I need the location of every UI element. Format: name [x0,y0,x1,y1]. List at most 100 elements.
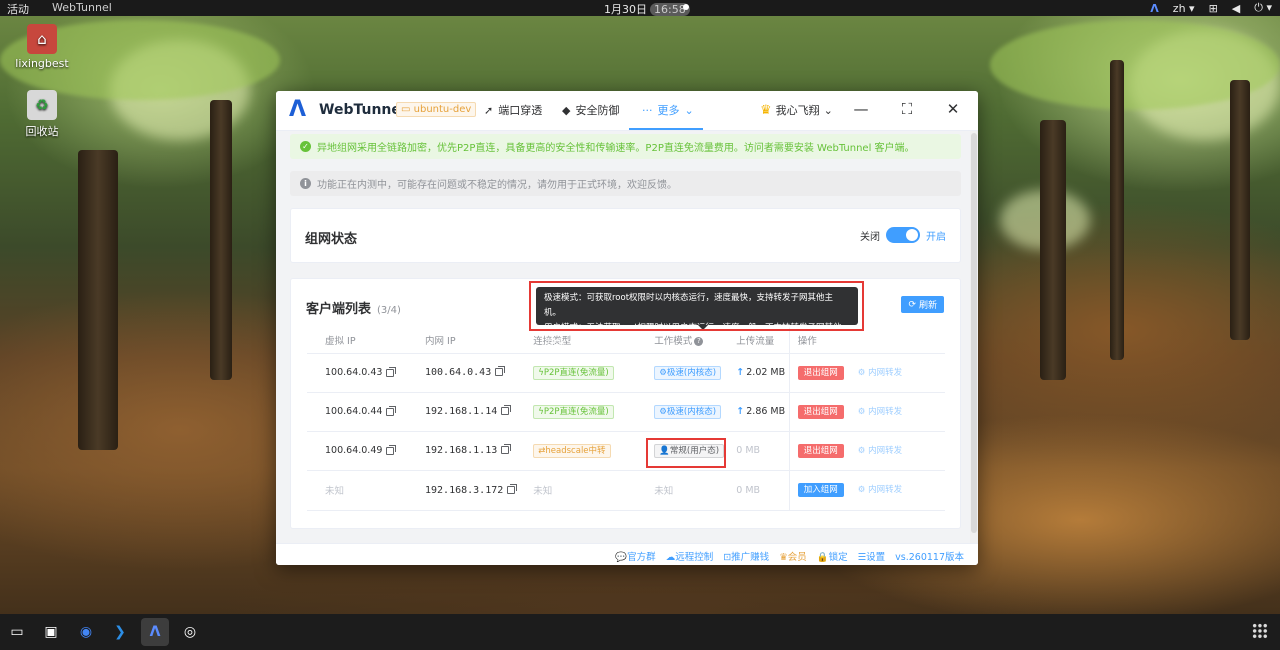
leave-network-button[interactable]: 退出组网 [797,365,844,380]
nav-security[interactable]: ◆ 安全防御 [562,102,619,118]
upload-cell: ↑ 2.02 MB [736,353,790,393]
terminal-app-icon[interactable]: ▣ [37,618,65,646]
lan-ip: 192.168.3.172 [425,484,504,496]
info-alert: i 功能正在内测中，可能存在问题或不稳定的情况，请勿用于正式环境，欢迎反馈。 [290,171,961,196]
vip-label: 会员 [787,552,807,563]
nav-label: 更多 [657,104,680,117]
vip-link[interactable]: ♛会员 [779,549,807,563]
network-toggle-group: 关闭 开启 [860,227,946,243]
action-cell: 加入组网 ⚙ 内网转发 [788,470,945,511]
copy-icon[interactable] [495,366,506,376]
activities-button[interactable]: 活动 [7,1,29,17]
copy-icon[interactable] [386,405,397,416]
table-row: 100.64.0.44 192.168.1.14 ϟP2P直连(免流量) ⚙极速… [307,392,945,432]
webtunnel-window: Ʌ WebTunnel ▭ ubuntu-dev ➚ 端口穿透 ◆ 安全防御 ···… [276,91,978,565]
webtunnel-app-icon[interactable]: Ʌ [141,618,169,646]
mode-cell: ⚙极速(内核态) [636,392,737,432]
lan-ip-cell: 192.168.1.13 [407,431,516,471]
more-dots-icon: ··· [642,103,653,117]
scrollbar-thumb[interactable] [971,133,977,533]
taskbar-dock: ▭ ▣ ◉ ❯ Ʌ ◎ [0,614,1280,650]
table-row: 未知 192.168.3.172 未知 未知 0 MB 加入组网 ⚙ 内网转发 [307,470,945,511]
disc-app-icon[interactable]: ◎ [176,618,204,646]
virtual-ip-cell: 100.64.0.43 [307,353,407,393]
official-group-link[interactable]: 💬官方群 [615,549,655,563]
language-indicator[interactable]: zh ▾ [1173,2,1195,15]
shield-icon: ◆ [562,103,571,117]
lock-link[interactable]: 🔒锁定 [817,549,848,563]
toggle-off-label[interactable]: 关闭 [860,228,880,243]
system-top-bar: 活动 WebTunnel 1月30日 16:58 Ʌ zh ▾ ⊞ ◀ ⏻ ▾ [0,0,1280,16]
remote-control-link[interactable]: ☁远程控制 [666,549,714,563]
vscode-app-icon[interactable]: ❯ [106,618,134,646]
user-menu[interactable]: ♛ 我心飞翔 ⌄ [760,102,833,118]
files-app-icon[interactable]: ▭ [3,618,31,646]
official-group-label: 官方群 [627,552,656,563]
crown-icon: ♛ [760,102,772,118]
settings-link[interactable]: ☰设置 [858,549,886,563]
lan-forward-link[interactable]: ⚙ 内网转发 [858,485,902,495]
connection-cell: ⇄headscale中转 [515,431,637,471]
power-icon[interactable]: ⏻ ▾ [1254,1,1272,15]
lan-forward-link[interactable]: ⚙ 内网转发 [858,407,902,417]
minimize-button[interactable]: — [851,99,871,119]
success-alert-text: 异地组网采用全链路加密，优先P2P直连，具备更高的安全性和传输速率。P2P直连免… [317,143,915,154]
info-alert-text: 功能正在内测中，可能存在问题或不稳定的情况，请勿用于正式环境，欢迎反馈。 [317,180,677,191]
arrow-up-icon: ↑ [736,406,745,417]
network-toggle-switch[interactable] [886,227,920,243]
copy-icon[interactable] [386,366,397,377]
lan-ip-cell: 192.168.3.172 [407,470,518,511]
chevron-down-icon: ⌄ [684,103,694,117]
connection-tag: ⇄headscale中转 [533,443,611,458]
copy-icon[interactable] [501,405,512,415]
show-apps-grid-icon[interactable] [1252,623,1268,639]
host-tag: ▭ ubuntu-dev [396,102,477,117]
settings-icon: ☰ [857,552,867,563]
leave-network-button[interactable]: 退出组网 [797,443,844,458]
virtual-ip-cell: 未知 [307,470,407,511]
rocket-icon: ➚ [484,103,494,117]
client-table: 虚拟 IP 内网 IP 连接类型 工作模式? 上传流量 操作 100.64.0.… [307,327,945,511]
close-button[interactable]: ✕ [943,99,963,119]
nav-more[interactable]: ··· 更多 ⌄ [642,102,694,118]
refresh-button[interactable]: ⟳ 刷新 [901,296,944,313]
focused-app-name[interactable]: WebTunnel [52,1,112,14]
desktop-icon-trash[interactable]: ♻ 回收站 [12,90,72,139]
connection-type: headscale中转 [545,445,606,456]
lan-forward-label: 内网转发 [868,445,903,456]
volume-icon[interactable]: ◀ [1232,2,1240,15]
work-mode: 极速(内核态) [666,406,717,417]
copy-icon[interactable] [501,444,512,454]
network-status-card: 组网状态 关闭 开启 [290,208,961,263]
toggle-on-label[interactable]: 开启 [926,228,946,243]
lan-ip-cell: 100.64.0.43 [407,353,516,393]
copy-icon[interactable] [386,444,397,455]
promo-link[interactable]: ⊡推广赚钱 [723,549,769,563]
check-circle-icon: ✓ [300,141,311,152]
clock[interactable]: 1月30日 16:58 [604,1,690,17]
desktop-icon-label: 回收站 [25,125,59,138]
chrome-app-icon[interactable]: ◉ [72,618,100,646]
money-icon: ⊡ [723,552,732,563]
content-scrollbar[interactable] [970,131,978,543]
virtual-ip: 100.64.0.49 [325,445,383,456]
upload-amount: 2.86 MB [746,406,786,417]
copy-icon[interactable] [507,483,518,494]
leave-network-button[interactable]: 退出组网 [797,404,844,419]
window-header: Ʌ WebTunnel ▭ ubuntu-dev ➚ 端口穿透 ◆ 安全防御 ···… [276,91,978,131]
version-link[interactable]: vs.260117版本 [895,549,964,563]
network-icon[interactable]: ⊞ [1209,2,1218,15]
host-name: ubuntu-dev [413,104,472,115]
lan-forward-link[interactable]: ⚙ 内网转发 [858,446,902,456]
connection-cell: 未知 [515,470,637,511]
lan-ip: 192.168.1.14 [425,406,498,417]
join-network-button[interactable]: 加入组网 [797,483,844,497]
lan-forward-label: 内网转发 [868,367,903,378]
desktop-icon-home[interactable]: ⌂ lixingbest [12,24,72,70]
chat-icon: 💬 [615,552,628,563]
maximize-button[interactable]: ⛶ [897,99,917,119]
connection-cell: ϟP2P直连(免流量) [515,392,637,432]
webtunnel-tray-icon[interactable]: Ʌ [1150,2,1159,15]
nav-port-forward[interactable]: ➚ 端口穿透 [484,102,542,118]
lan-forward-link[interactable]: ⚙ 内网转发 [858,368,902,378]
